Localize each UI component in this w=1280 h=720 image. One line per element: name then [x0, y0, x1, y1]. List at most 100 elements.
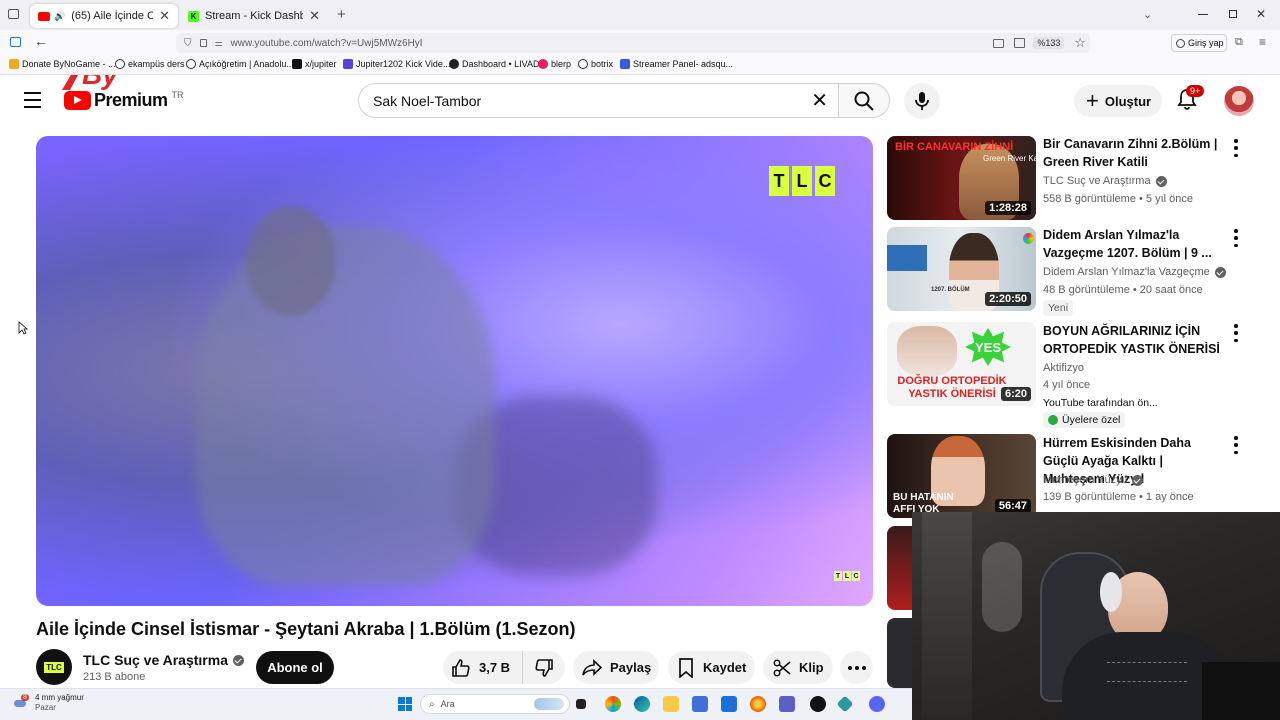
related-video-title[interactable]: Didem Arslan Yılmaz'la Vazgeçme 1207. Bö… — [1043, 226, 1228, 262]
related-video-thumbnail[interactable] — [887, 618, 912, 688]
clip-button[interactable]: Klip — [763, 651, 833, 684]
search-value[interactable]: Sak Noel-Tambor — [373, 93, 481, 109]
search-button[interactable] — [838, 83, 890, 118]
windows-start-icon[interactable] — [398, 697, 412, 711]
kick-favicon-icon: K — [188, 10, 199, 22]
webcam-overlay — [912, 512, 1280, 720]
bookmark-item[interactable]: blerp — [538, 59, 571, 69]
more-options-icon[interactable] — [1230, 436, 1242, 454]
related-video-thumbnail[interactable]: BU HATANIN AFFI YOK 56:47 — [887, 434, 1036, 518]
duration-badge: 56:47 — [994, 499, 1031, 513]
bookmark-star-icon[interactable]: ☆ — [1074, 35, 1086, 51]
search-input[interactable]: Sak Noel-Tambor ✕ — [358, 83, 838, 118]
thumbnail-graphic — [887, 245, 927, 271]
file-explorer-icon[interactable] — [663, 696, 679, 712]
related-source[interactable]: YouTube tarafından ön... — [1043, 397, 1158, 409]
clear-search-icon[interactable]: ✕ — [811, 88, 828, 113]
copilot-icon[interactable] — [605, 696, 621, 712]
bookmark-item[interactable]: botrix — [578, 59, 613, 69]
extensions-icon[interactable]: ⧉ — [1235, 36, 1243, 49]
related-video-thumbnail[interactable]: 1207. BÖLÜM 2:20:50 — [887, 227, 1036, 311]
bookmark-item[interactable]: Donate ByNoGame - ... — [9, 59, 116, 69]
bookmark-item[interactable]: Jupiter1202 Kick Vide... — [343, 59, 450, 69]
share-icon — [582, 658, 602, 676]
bookmark-item[interactable]: ekampüs ders — [115, 59, 185, 69]
tab-youtube[interactable]: 🔊 (65) Aile İçinde Cinsel İstismar ✕ — [30, 4, 178, 28]
zoom-level[interactable]: %133 — [1033, 37, 1065, 49]
edge-icon[interactable] — [634, 696, 650, 712]
notifications-button[interactable]: 9+ — [1176, 85, 1205, 112]
more-dots-icon — [847, 665, 852, 670]
back-arrow-icon[interactable]: ← — [34, 33, 48, 49]
like-dislike-group: 3,7 B — [443, 651, 565, 684]
related-channel[interactable]: Muhteşem Yüzyıl — [1043, 474, 1144, 486]
bookmark-item[interactable]: Dashboard • LIVAD — [449, 59, 540, 69]
permissions-icon[interactable]: ⚌ — [215, 38, 223, 49]
bookmark-item[interactable]: Açıköğretim | Anadolu... — [186, 59, 294, 69]
store-icon[interactable] — [692, 696, 708, 712]
subscribe-button[interactable]: Abone ol — [256, 651, 334, 684]
bookmarks-bar: Donate ByNoGame - ... ekampüs ders Açıkö… — [0, 56, 1280, 75]
bookmark-item[interactable]: x/jupiter — [292, 59, 337, 69]
related-channel[interactable]: TLC Suç ve Araştırma — [1043, 175, 1167, 187]
bookmark-item[interactable]: Streamer Panel- adsqu... — [620, 59, 733, 69]
weather-widget[interactable]: 8 4 mm yağmur Pazar — [14, 693, 84, 713]
youtube-premium-logo[interactable]: Premium TR — [64, 90, 184, 111]
signin-button[interactable]: Giriş yap — [1171, 34, 1227, 52]
related-channel[interactable]: Aktifizyo — [1043, 362, 1084, 374]
obs-icon[interactable] — [810, 696, 826, 712]
teams-icon[interactable] — [779, 696, 795, 712]
task-view-icon[interactable] — [576, 699, 586, 709]
speaker-icon[interactable]: 🔊 — [54, 11, 65, 22]
dislike-button[interactable] — [523, 651, 565, 684]
search-highlight-icon — [534, 698, 564, 710]
voice-search-button[interactable] — [904, 83, 940, 119]
sidebar-toggle-icon[interactable] — [10, 37, 21, 47]
more-options-icon[interactable] — [1230, 324, 1242, 342]
save-page-icon[interactable] — [1014, 38, 1026, 48]
video-title: Aile İçinde Cinsel İstismar - Şeytani Ak… — [36, 619, 576, 639]
shield-icon[interactable]: ⛉ — [184, 38, 192, 49]
share-button[interactable]: Paylaş — [573, 651, 659, 684]
video-frame-shape — [246, 206, 336, 316]
close-window-icon[interactable]: ✕ — [1256, 7, 1266, 21]
more-options-icon[interactable] — [1230, 229, 1242, 247]
menu-icon[interactable]: ≡ — [1259, 35, 1266, 49]
related-video-title[interactable]: BOYUN AĞRILARINIZ İÇİN ORTOPEDİK YASTIK … — [1043, 322, 1228, 358]
taskbar-search-input[interactable]: ⌕ Ara — [420, 694, 570, 714]
related-meta: 558 B görüntüleme • 5 yıl önce — [1043, 193, 1193, 205]
chevron-down-icon[interactable]: ⌄ — [1143, 8, 1152, 21]
hamburger-menu-icon[interactable] — [22, 90, 42, 110]
like-button[interactable]: 3,7 B — [443, 651, 523, 684]
minimize-icon[interactable] — [1198, 14, 1208, 15]
new-tab-icon[interactable]: + — [337, 6, 346, 23]
url-text[interactable]: www.youtube.com/watch?v=Uwj5MWz6HyI — [231, 38, 423, 49]
related-channel[interactable]: Didem Arslan Yılmaz'la Vazgeçme — [1043, 266, 1226, 278]
close-tab-icon[interactable]: ✕ — [309, 8, 320, 24]
discord-icon[interactable] — [869, 696, 885, 712]
related-video-thumbnail[interactable]: BİR CANAVARIN ZİHNİ Green River Katili 1… — [887, 136, 1036, 220]
more-actions-button[interactable] — [840, 651, 873, 684]
close-tab-icon[interactable]: ✕ — [159, 8, 170, 24]
related-video-thumbnail[interactable] — [887, 526, 912, 610]
outlook-icon[interactable] — [721, 696, 737, 712]
verified-icon — [1155, 175, 1167, 187]
channel-name[interactable]: TLC Suç ve Araştırma — [83, 652, 244, 668]
avatar[interactable] — [1224, 86, 1254, 116]
create-button[interactable]: + Oluştur — [1074, 85, 1162, 117]
more-options-icon[interactable] — [1230, 139, 1242, 157]
tab-kick[interactable]: K Stream - Kick Dashboard ✕ — [180, 4, 328, 28]
tab-list-icon[interactable] — [8, 9, 19, 19]
blerp-icon — [538, 59, 548, 69]
restore-icon[interactable] — [1229, 10, 1237, 18]
screenshot-icon[interactable] — [993, 38, 1005, 48]
channel-avatar[interactable]: TLC — [36, 649, 72, 685]
save-button[interactable]: Kaydet — [668, 651, 755, 684]
tlc-corner-logo: T L C — [834, 571, 860, 581]
video-player[interactable]: T L C T L C — [36, 136, 873, 606]
address-bar[interactable]: ⛉ ⚌ www.youtube.com/watch?v=Uwj5MWz6HyI … — [176, 33, 1090, 53]
related-video-title[interactable]: Bir Canavarın Zihni 2.Bölüm | Green Rive… — [1043, 135, 1228, 171]
firefox-icon[interactable] — [750, 696, 766, 712]
lock-icon[interactable] — [199, 39, 207, 47]
related-video-thumbnail[interactable]: YES DOĞRU ORTOPEDİK YASTIK ÖNERİSİ 6:20 — [887, 322, 1036, 406]
